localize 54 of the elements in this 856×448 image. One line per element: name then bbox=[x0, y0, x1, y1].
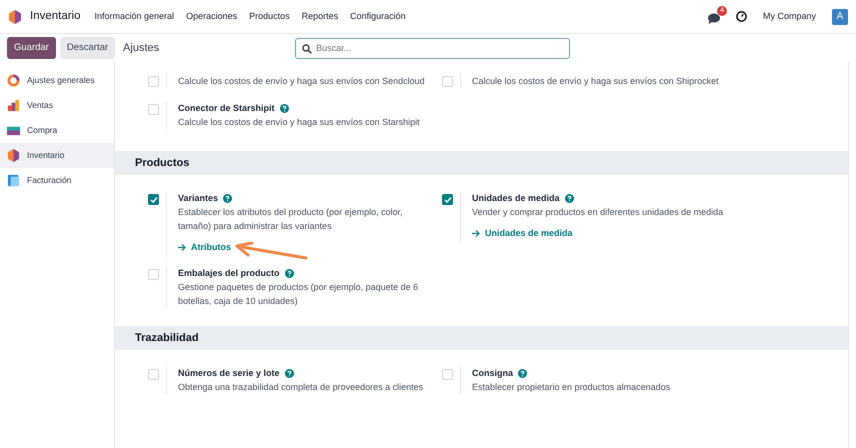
setting-title: Embalajes del producto bbox=[178, 266, 280, 280]
setting-description: Vender y comprar productos en diferentes unidades de medida bbox=[472, 206, 724, 219]
bar-chart-icon bbox=[7, 99, 20, 112]
setting-title: Números de serie y lote bbox=[178, 366, 280, 380]
setting-description: Obtenga una trazabilidad completa de proveedores a clientes bbox=[178, 380, 424, 394]
chat-icon[interactable] bbox=[708, 13, 720, 24]
sidebar-item[interactable]: Ventas bbox=[0, 93, 114, 118]
section-header: Trazabilidad bbox=[115, 326, 848, 350]
ring-icon bbox=[7, 74, 20, 87]
save-button[interactable]: Guardar bbox=[7, 36, 56, 60]
setting-description: Establecer propietario en productos almacenados bbox=[472, 380, 670, 394]
setting-title: Variantes bbox=[178, 192, 218, 205]
user-avatar[interactable]: A bbox=[832, 8, 848, 24]
setting-title: Consigna bbox=[472, 366, 514, 380]
menu-item[interactable]: Operaciones bbox=[180, 10, 244, 24]
setting-description: Calcule los costos de envío y haga sus envíos con Starshipit bbox=[178, 116, 420, 129]
menu-item[interactable]: Productos bbox=[243, 10, 296, 24]
help-icon[interactable] bbox=[518, 368, 528, 378]
menu-item[interactable]: Reportes bbox=[296, 10, 344, 24]
search-icon bbox=[302, 44, 312, 54]
help-icon[interactable] bbox=[223, 194, 232, 203]
sidebar-item[interactable]: Inventario bbox=[0, 143, 114, 168]
help-icon[interactable] bbox=[284, 268, 294, 278]
setting-description: Calcule los costos de envío y haga sus envíos con Shiprocket bbox=[472, 75, 719, 88]
document-icon bbox=[7, 174, 20, 187]
sidebar-item[interactable]: Facturación bbox=[0, 168, 114, 193]
card-icon bbox=[7, 124, 20, 137]
menu-item[interactable]: Información general bbox=[88, 10, 180, 24]
sidebar-item[interactable]: Compra bbox=[0, 118, 114, 143]
menu-item[interactable]: Configuración bbox=[344, 10, 412, 24]
page-title: Ajustes bbox=[123, 40, 160, 56]
search-field[interactable]: Buscar... bbox=[295, 38, 570, 58]
setting-description: Establecer los atributos del producto (por ejemplo, color, tamaño) para administrar las variantes bbox=[178, 206, 404, 233]
hexagon-icon bbox=[7, 149, 20, 162]
setting-title: Unidades de medida bbox=[472, 192, 560, 205]
arrow-icon bbox=[178, 244, 186, 252]
help-icon[interactable] bbox=[284, 368, 294, 378]
setting-description: Calcule los costos de envío y haga sus envíos con Sendcloud bbox=[178, 75, 425, 88]
checkbox[interactable] bbox=[442, 194, 453, 205]
setting-title: Conector de Starshipit bbox=[178, 102, 275, 115]
section-header: Productos bbox=[115, 151, 848, 175]
discard-button[interactable]: Descartar bbox=[60, 36, 116, 60]
setting-link[interactable]: Atributos bbox=[178, 241, 231, 254]
setting-description: Gestione paquetes de productos (por ejemplo, paquete de 6 botellas, caja de 10 unidades) bbox=[178, 280, 420, 308]
help-icon[interactable] bbox=[280, 104, 289, 113]
arrow-icon bbox=[472, 230, 480, 238]
help-icon[interactable] bbox=[564, 194, 574, 203]
app-logo-icon bbox=[8, 10, 22, 24]
checkbox[interactable] bbox=[148, 194, 159, 205]
sidebar-item[interactable]: Ajustes generales bbox=[0, 68, 114, 93]
app-name[interactable]: Inventario bbox=[30, 8, 81, 26]
company-name[interactable]: My Company bbox=[762, 10, 816, 24]
setting-link[interactable]: Unidades de medida bbox=[472, 227, 573, 240]
clock-icon[interactable] bbox=[736, 11, 747, 22]
